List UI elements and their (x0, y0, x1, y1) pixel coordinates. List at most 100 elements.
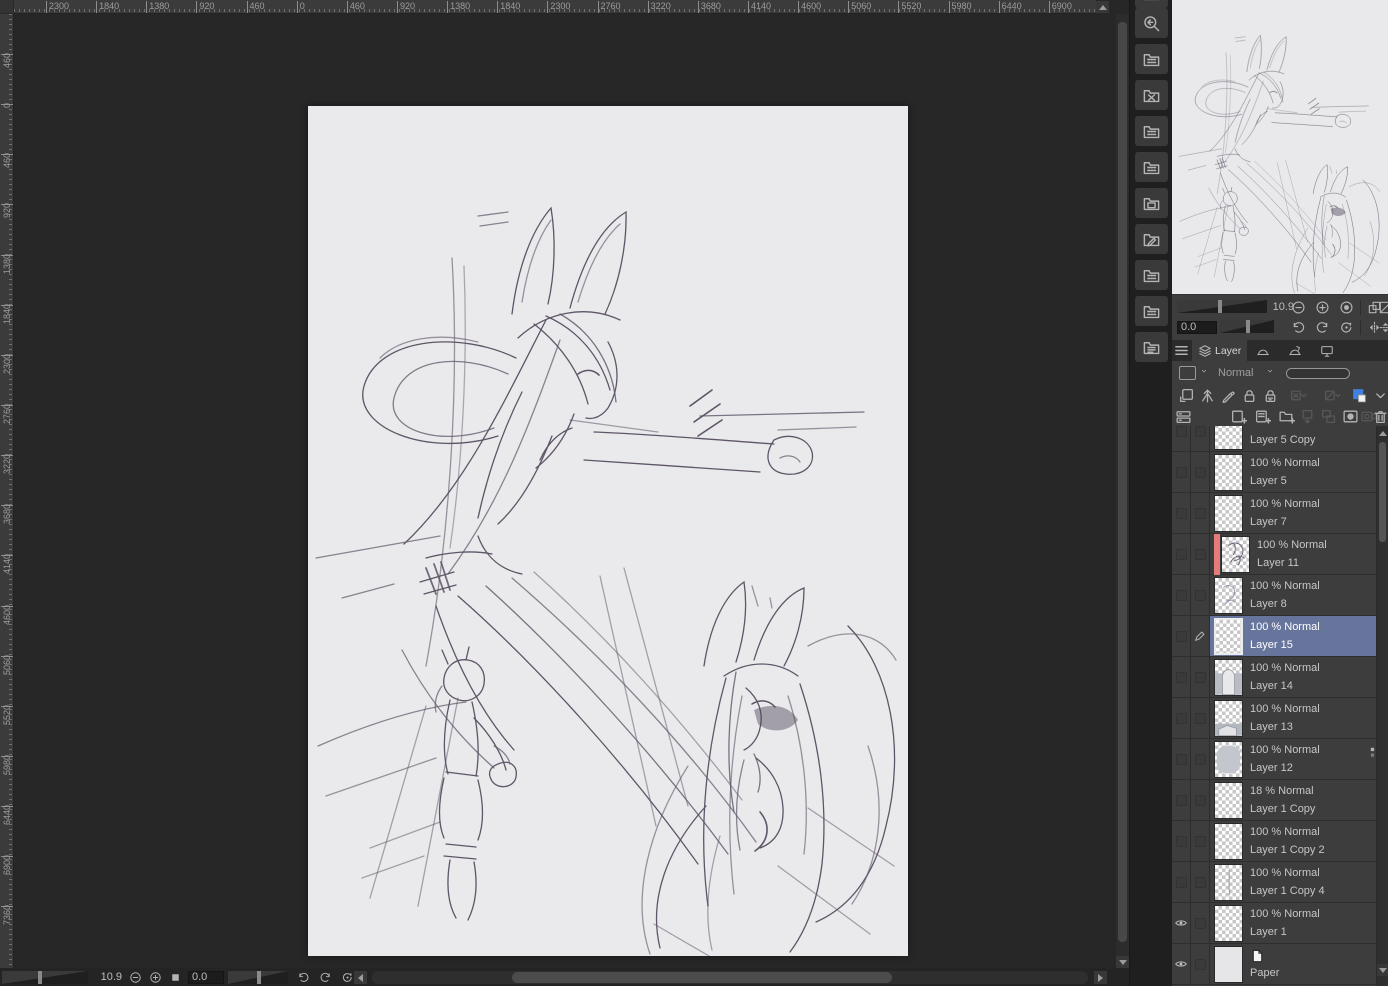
layer-thumbnail[interactable] (1214, 823, 1243, 860)
status-zoom-slider[interactable] (2, 971, 88, 984)
visibility-toggle-box[interactable] (1176, 877, 1187, 888)
layer-thumbnail[interactable] (1214, 864, 1243, 901)
layer-row[interactable]: 100 % NormalLayer 15 (1172, 616, 1388, 657)
status-rotation-slider[interactable] (228, 971, 288, 984)
layer-scroll-down-button[interactable] (1377, 964, 1388, 976)
layer-row-body[interactable]: 100 % NormalLayer 1 Copy 4 (1210, 862, 1388, 902)
layer-scrollbar-thumb[interactable] (1379, 442, 1386, 542)
canvas-scroll-up-button[interactable] (1096, 1, 1109, 13)
layer-edit-cell[interactable] (1191, 862, 1210, 902)
layer-row[interactable]: 100 % NormalLayer 1 (1172, 903, 1388, 944)
new-raster-layer[interactable] (1230, 408, 1247, 425)
status-zoom-in-button[interactable] (146, 970, 164, 985)
blend-mode-dropdown[interactable]: Normal (1218, 364, 1284, 382)
canvas-viewport[interactable] (14, 14, 1116, 966)
layer-row[interactable]: 100 % NormalLayer 12 (1172, 739, 1388, 780)
lock-layer[interactable] (1241, 387, 1258, 404)
visibility-toggle-box[interactable] (1176, 590, 1187, 601)
layer-edit-cell[interactable] (1191, 452, 1210, 492)
layer-row[interactable]: Paper (1172, 944, 1388, 985)
layer-edit-cell[interactable] (1191, 944, 1210, 984)
layer-row[interactable]: 100 % NormalLayer 7 (1172, 493, 1388, 534)
material-palette-4[interactable] (1135, 260, 1168, 290)
layer-row[interactable]: 100 % NormalLayer 14 (1172, 657, 1388, 698)
layer-thumbnail[interactable] (1214, 741, 1243, 778)
layer-thumbnail[interactable] (1214, 700, 1243, 737)
layer-edit-cell[interactable] (1191, 698, 1210, 738)
lock-transparent-pixels[interactable] (1262, 387, 1279, 404)
layer-thumbnail[interactable] (1214, 618, 1243, 655)
rotate-left-button[interactable] (1288, 319, 1308, 336)
layer-row-body[interactable]: 100 % NormalLayer 12 (1210, 739, 1388, 779)
edit-toggle-box[interactable] (1195, 549, 1206, 560)
material-palette-3[interactable] (1135, 152, 1168, 182)
layer-row[interactable]: 100 % NormalLayer 11 (1172, 534, 1388, 575)
navigator-rotation-slider[interactable] (1220, 320, 1274, 333)
transfer-to-lower-layer[interactable] (1300, 408, 1317, 425)
lock-pen[interactable] (1220, 387, 1237, 404)
layer-row-body[interactable]: 100 % NormalLayer 7 (1210, 493, 1388, 533)
status-rotate-right-button[interactable] (316, 970, 334, 985)
layer-row-body[interactable]: 18 % NormalLayer 1 Copy (1210, 780, 1388, 820)
layer-visibility-cell[interactable] (1172, 821, 1191, 861)
navigator-panel[interactable] (1172, 0, 1388, 294)
edit-toggle-box[interactable] (1195, 918, 1206, 929)
canvas-horizontal-scrollbar-thumb[interactable] (512, 972, 892, 983)
visibility-toggle-box[interactable] (1176, 549, 1187, 560)
layer-visibility-cell[interactable] (1172, 698, 1191, 738)
layer-visibility-cell[interactable] (1172, 534, 1191, 574)
status-rotate-left-button[interactable] (294, 970, 312, 985)
layer-visibility-cell[interactable] (1172, 862, 1191, 902)
rotation-slider-thumb[interactable] (257, 971, 261, 984)
layer-visibility-cell[interactable] (1172, 616, 1191, 656)
layer-edit-cell[interactable] (1191, 493, 1210, 533)
flip-vertical-button[interactable] (1375, 319, 1388, 336)
layer-row-body[interactable]: 100 % NormalLayer 8 (1210, 575, 1388, 615)
reset-rotation-button[interactable] (1336, 319, 1356, 336)
layer-edit-cell[interactable] (1191, 780, 1210, 820)
layer-row[interactable]: 100 % NormalLayer 5 (1172, 452, 1388, 493)
layer-visibility-cell[interactable] (1172, 903, 1191, 943)
visibility-toggle-box[interactable] (1176, 508, 1187, 519)
status-fit-button[interactable] (166, 970, 184, 985)
edit-toggle-box[interactable] (1195, 877, 1206, 888)
layer-visibility-cell[interactable] (1172, 452, 1191, 492)
material-palette-edit[interactable] (1135, 224, 1168, 254)
canvas-vertical-scrollbar-thumb[interactable] (1118, 22, 1127, 942)
draft-layer[interactable] (1199, 387, 1216, 404)
palette-dock-partial[interactable] (1135, 0, 1168, 8)
edit-toggle-box[interactable] (1195, 467, 1206, 478)
edit-toggle-box[interactable] (1195, 590, 1206, 601)
visibility-toggle-box[interactable] (1176, 426, 1187, 437)
actual-size-button[interactable] (1336, 299, 1356, 316)
layer-visibility-cell[interactable] (1172, 426, 1191, 451)
layer-thumbnail[interactable] (1214, 782, 1243, 819)
layer-color-chevron[interactable] (1372, 387, 1388, 404)
zoom-in-button[interactable] (1312, 299, 1332, 316)
create-layer-mask[interactable] (1342, 408, 1359, 425)
edit-toggle-box[interactable] (1195, 795, 1206, 806)
layer-visibility-cell[interactable] (1172, 739, 1191, 779)
tab-preview[interactable] (1314, 340, 1340, 361)
layer-color-chip[interactable] (1351, 387, 1368, 404)
visibility-toggle-box[interactable] (1176, 467, 1187, 478)
layer-row[interactable]: 100 % NormalLayer 1 Copy 4 (1172, 862, 1388, 903)
layer-row[interactable]: 100 % NormalLayer 8 (1172, 575, 1388, 616)
material-palette-list[interactable] (1135, 332, 1168, 362)
layer-visibility-cell[interactable] (1172, 493, 1191, 533)
palette-dock-toggle[interactable] (1175, 408, 1192, 425)
visibility-toggle-box[interactable] (1176, 754, 1187, 765)
layer-thumbnail[interactable] (1214, 577, 1243, 614)
edit-toggle-box[interactable] (1195, 508, 1206, 519)
canvas-paper[interactable] (308, 106, 908, 956)
palette-menu-button[interactable] (1174, 343, 1189, 358)
layer-row-body[interactable]: 100 % NormalLayer 15 (1210, 616, 1388, 656)
layer-row-body[interactable]: 100 % NormalLayer 5 (1210, 452, 1388, 492)
material-palette-1[interactable] (1135, 44, 1168, 74)
edit-toggle-box[interactable] (1195, 754, 1206, 765)
edit-toggle-box[interactable] (1195, 672, 1206, 683)
visibility-toggle-box[interactable] (1176, 672, 1187, 683)
layer-edit-cell[interactable] (1191, 616, 1210, 656)
layer-visibility-cell[interactable] (1172, 575, 1191, 615)
layer-row-body[interactable]: 100 % NormalLayer 11 (1210, 534, 1388, 574)
